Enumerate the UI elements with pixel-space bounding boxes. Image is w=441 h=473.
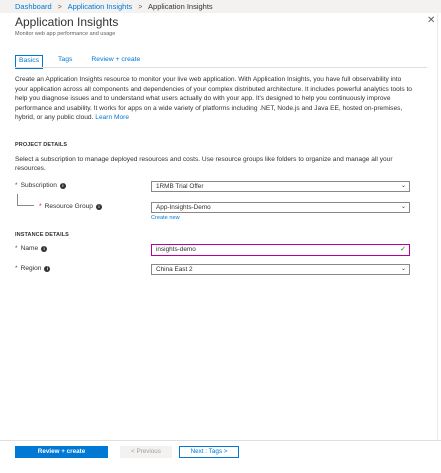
chevron-down-icon: ⌄	[400, 204, 406, 210]
breadcrumb-separator: >	[57, 4, 62, 11]
region-value: China East 2	[156, 266, 193, 273]
subscription-value: 1RMB Trial Offer	[156, 183, 204, 190]
resource-group-label-text: Resource Group	[44, 203, 93, 210]
close-icon[interactable]: ✕	[427, 15, 435, 26]
footer-divider	[0, 440, 441, 441]
subscription-label: * Subscription i	[15, 182, 66, 189]
previous-button[interactable]: < Previous	[120, 446, 172, 458]
resource-group-label: * Resource Group i	[39, 203, 102, 210]
page-subtitle: Monitor web app performance and usage	[15, 31, 116, 37]
next-tags-button[interactable]: Next : Tags >	[179, 446, 239, 458]
breadcrumb-link-app-insights[interactable]: Application Insights	[68, 2, 133, 11]
name-value: insights-demo	[156, 246, 196, 253]
intro-paragraph: Create an Application Insights resource …	[15, 75, 415, 123]
name-label: * Name i	[15, 245, 48, 252]
tree-connector-vertical	[17, 194, 18, 205]
breadcrumb-current: Application Insights	[148, 2, 213, 11]
breadcrumb: Dashboard > Application Insights > Appli…	[0, 0, 441, 13]
chevron-down-icon: ⌄	[400, 266, 406, 272]
tabs-divider	[15, 67, 427, 68]
breadcrumb-separator: >	[138, 4, 143, 11]
breadcrumb-link-dashboard[interactable]: Dashboard	[15, 2, 52, 11]
info-icon[interactable]: i	[41, 245, 48, 252]
scrollbar-track[interactable]	[437, 14, 438, 440]
region-select[interactable]: China East 2 ⌄	[151, 264, 410, 275]
info-icon[interactable]: i	[59, 182, 66, 189]
name-input[interactable]: insights-demo ✓	[151, 244, 410, 256]
create-new-resource-group-link[interactable]: Create new	[151, 215, 180, 221]
required-marker: *	[15, 182, 18, 189]
learn-more-link[interactable]: Learn More	[95, 114, 129, 121]
instance-details-heading: INSTANCE DETAILS	[15, 232, 69, 238]
required-marker: *	[15, 265, 18, 272]
required-marker: *	[15, 245, 18, 252]
info-icon[interactable]: i	[95, 203, 102, 210]
subscription-label-text: Subscription	[20, 182, 57, 189]
page-title: Application Insights	[15, 15, 119, 29]
resource-group-value: App-Insights-Demo	[156, 204, 211, 211]
review-create-button[interactable]: Review + create	[15, 446, 108, 458]
intro-text: Create an Application Insights resource …	[15, 76, 412, 122]
resource-group-select[interactable]: App-Insights-Demo ⌄	[151, 202, 410, 213]
region-label-text: Region	[20, 265, 42, 272]
chevron-down-icon: ⌄	[400, 183, 406, 189]
project-details-description: Select a subscription to manage deployed…	[15, 156, 393, 173]
info-icon[interactable]: i	[44, 265, 51, 272]
tree-connector-horizontal	[17, 205, 34, 206]
checkmark-icon: ✓	[400, 246, 406, 253]
region-label: * Region i	[15, 265, 51, 272]
project-details-heading: PROJECT DETAILS	[15, 142, 68, 148]
required-marker: *	[39, 203, 42, 210]
name-label-text: Name	[20, 245, 39, 252]
subscription-select[interactable]: 1RMB Trial Offer ⌄	[151, 181, 410, 192]
